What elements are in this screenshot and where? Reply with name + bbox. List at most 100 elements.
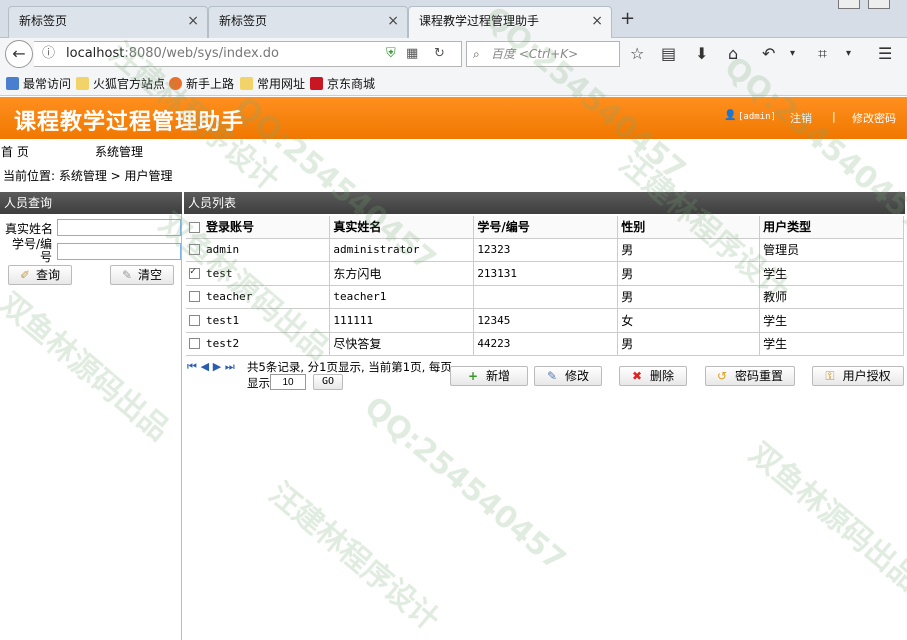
table-row[interactable]: teacher teacher1 男 教师 xyxy=(186,285,904,309)
close-window-icon[interactable] xyxy=(868,0,890,9)
home-icon[interactable]: ⌂ xyxy=(728,44,738,63)
cell-gender: 男 xyxy=(617,332,761,356)
pager-arrows: ⏮ ◀ ▶ ⏭ xyxy=(187,359,235,374)
plus-icon: + xyxy=(467,369,479,383)
row-checkbox[interactable] xyxy=(189,314,200,326)
url-path: :8080/web/sys/index.do xyxy=(124,46,279,61)
library-icon[interactable]: ▤ xyxy=(661,44,676,63)
query-button[interactable]: ✐ 查询 xyxy=(8,265,72,285)
undo-icon[interactable]: ↶ xyxy=(762,44,775,63)
header-separator: | xyxy=(832,110,836,123)
add-button-label: 新增 xyxy=(486,369,511,383)
cell-type: 学生 xyxy=(759,308,904,333)
cell-name: 111111 xyxy=(329,308,475,333)
bookmark-jd[interactable]: 京东商城 xyxy=(310,75,375,92)
cell-number: 12345 xyxy=(473,308,619,333)
table-row[interactable]: admin administrator 12323 男 管理员 xyxy=(186,238,904,262)
bookmark-icon xyxy=(6,77,19,90)
bookmark-label: 新手上路 xyxy=(186,77,235,91)
change-password-link[interactable]: 修改密码 xyxy=(852,110,896,126)
cell-type: 管理员 xyxy=(759,238,904,262)
next-page-icon[interactable]: ▶ xyxy=(213,360,221,373)
last-page-icon[interactable]: ⏭ xyxy=(225,360,235,373)
cell-number: 44223 xyxy=(473,332,619,356)
add-button[interactable]: + 新增 xyxy=(450,366,528,386)
breadcrumb: 当前位置: 系统管理 > 用户管理 xyxy=(0,164,907,188)
menu-system-admin[interactable]: 系统管理 xyxy=(95,143,143,160)
table-row[interactable]: test2 尽快答复 44223 男 学生 xyxy=(186,332,904,356)
user-icon: 👤 xyxy=(724,110,737,121)
list-panel-title: 人员列表 xyxy=(184,192,905,214)
browser-tab-2[interactable]: 新标签页 × xyxy=(208,6,408,38)
bookmark-getting-started[interactable]: 新手上路 xyxy=(169,75,234,92)
cell-number xyxy=(473,285,619,309)
chevron-down-icon[interactable]: ▾ xyxy=(846,48,851,59)
name-input[interactable] xyxy=(57,219,181,236)
tab-label: 新标签页 xyxy=(19,14,68,28)
id-input[interactable] xyxy=(57,243,181,260)
search-icon: ⌕ xyxy=(473,47,480,61)
cell-gender: 男 xyxy=(617,238,761,262)
browser-tab-1[interactable]: 新标签页 × xyxy=(8,6,208,38)
bookmark-label: 常用网址 xyxy=(257,77,306,91)
cell-account: test xyxy=(206,266,233,280)
qr-code-icon[interactable]: ▦ xyxy=(406,42,418,66)
page-size-input[interactable] xyxy=(270,374,306,390)
download-icon[interactable]: ⬇ xyxy=(695,44,708,63)
bookmark-label: 京东商城 xyxy=(327,77,376,91)
main-menu: 首 页 系统管理 xyxy=(0,140,907,162)
bookmark-star-icon[interactable]: ☆ xyxy=(630,44,644,63)
grant-button-label: 用户授权 xyxy=(842,369,891,383)
clear-button[interactable]: ✎ 清空 xyxy=(110,265,174,285)
bookmark-firefox-site[interactable]: 火狐官方站点 xyxy=(76,75,165,92)
grant-button[interactable]: ⚿ 用户授权 xyxy=(812,366,904,386)
user-table: 登录账号 真实姓名 学号/编号 性别 用户类型 admin administra… xyxy=(186,216,904,356)
crop-icon[interactable]: ⌗ xyxy=(818,44,827,64)
delete-button[interactable]: ✖ 删除 xyxy=(619,366,687,386)
chevron-down-icon[interactable]: ▾ xyxy=(790,48,795,59)
delete-button-label: 删除 xyxy=(650,369,675,383)
info-icon[interactable]: ⓘ xyxy=(42,42,55,66)
close-tab-icon[interactable]: × xyxy=(187,7,199,35)
url-bar[interactable]: ⓘ localhost:8080/web/sys/index.do ⛨ ▦ ↻ xyxy=(34,41,462,67)
close-tab-icon[interactable]: × xyxy=(387,7,399,35)
first-page-icon[interactable]: ⏮ xyxy=(187,360,197,373)
select-all-checkbox[interactable] xyxy=(189,222,200,234)
table-row[interactable]: test1 111111 12345 女 学生 xyxy=(186,308,904,333)
new-tab-icon[interactable]: + xyxy=(620,8,635,29)
logout-link[interactable]: 注销 xyxy=(790,110,812,126)
edit-button-label: 修改 xyxy=(565,369,590,383)
reload-icon[interactable]: ↻ xyxy=(434,42,445,66)
row-checkbox[interactable] xyxy=(189,338,200,350)
table-row[interactable]: test 东方闪电 213131 男 学生 xyxy=(186,261,904,286)
reset-password-button[interactable]: ↺ 密码重置 xyxy=(705,366,795,386)
eraser-icon: ✎ xyxy=(121,268,133,282)
browser-tab-3[interactable]: 课程教学过程管理助手 × xyxy=(408,6,612,39)
shield-icon[interactable]: ⛨ xyxy=(386,42,396,66)
back-arrow-icon[interactable]: ← xyxy=(5,40,33,68)
row-checkbox[interactable] xyxy=(189,291,200,303)
cell-gender: 男 xyxy=(617,261,761,286)
query-panel: 人员查询 真实姓名 学号/编号 ✐ 查询 ✎ 清空 xyxy=(0,192,182,640)
row-checkbox[interactable] xyxy=(189,266,200,279)
bookmark-common-sites[interactable]: 常用网址 xyxy=(240,75,305,92)
app-header: 课程教学过程管理助手 👤 [admin] 注销 | 修改密码 xyxy=(0,97,907,139)
cell-account: admin xyxy=(206,243,240,257)
close-tab-icon[interactable]: × xyxy=(591,7,603,35)
prev-page-icon[interactable]: ◀ xyxy=(201,360,209,373)
query-button-label: 查询 xyxy=(36,268,61,282)
browser-tab-bar: 新标签页 × 新标签页 × 课程教学过程管理助手 × + xyxy=(0,0,907,39)
menu-home[interactable]: 首 页 xyxy=(1,143,29,160)
edit-button[interactable]: ✎ 修改 xyxy=(534,366,602,386)
col-name: 真实姓名 xyxy=(329,216,475,239)
firefox-icon xyxy=(169,77,182,90)
go-button[interactable]: GO xyxy=(313,374,343,390)
search-input[interactable]: ⌕ 百度 <Ctrl+K> xyxy=(466,41,620,67)
row-checkbox[interactable] xyxy=(189,244,200,256)
pager-show-label: 显示 xyxy=(247,376,270,390)
menu-icon[interactable]: ☰ xyxy=(878,44,892,63)
bookmark-most-visited[interactable]: 最常访问 xyxy=(6,75,71,92)
search-wand-icon: ✐ xyxy=(19,268,31,282)
folder-icon xyxy=(240,77,253,90)
restore-window-icon[interactable] xyxy=(838,0,860,9)
